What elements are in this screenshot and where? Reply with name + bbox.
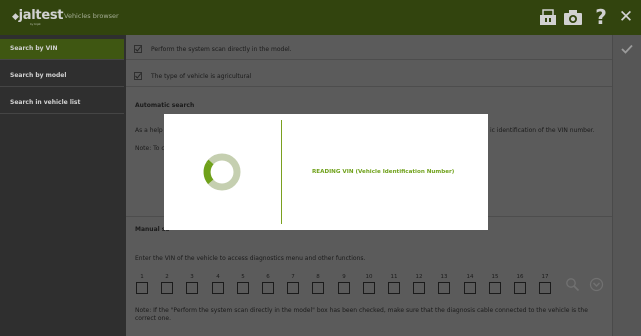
loading-dialog: READING VIN (Vehicle Identification Numb… (164, 114, 488, 230)
loading-spinner-icon (203, 153, 241, 191)
dialog-divider (281, 120, 282, 224)
loading-message: READING VIN (Vehicle Identification Numb… (312, 169, 455, 175)
